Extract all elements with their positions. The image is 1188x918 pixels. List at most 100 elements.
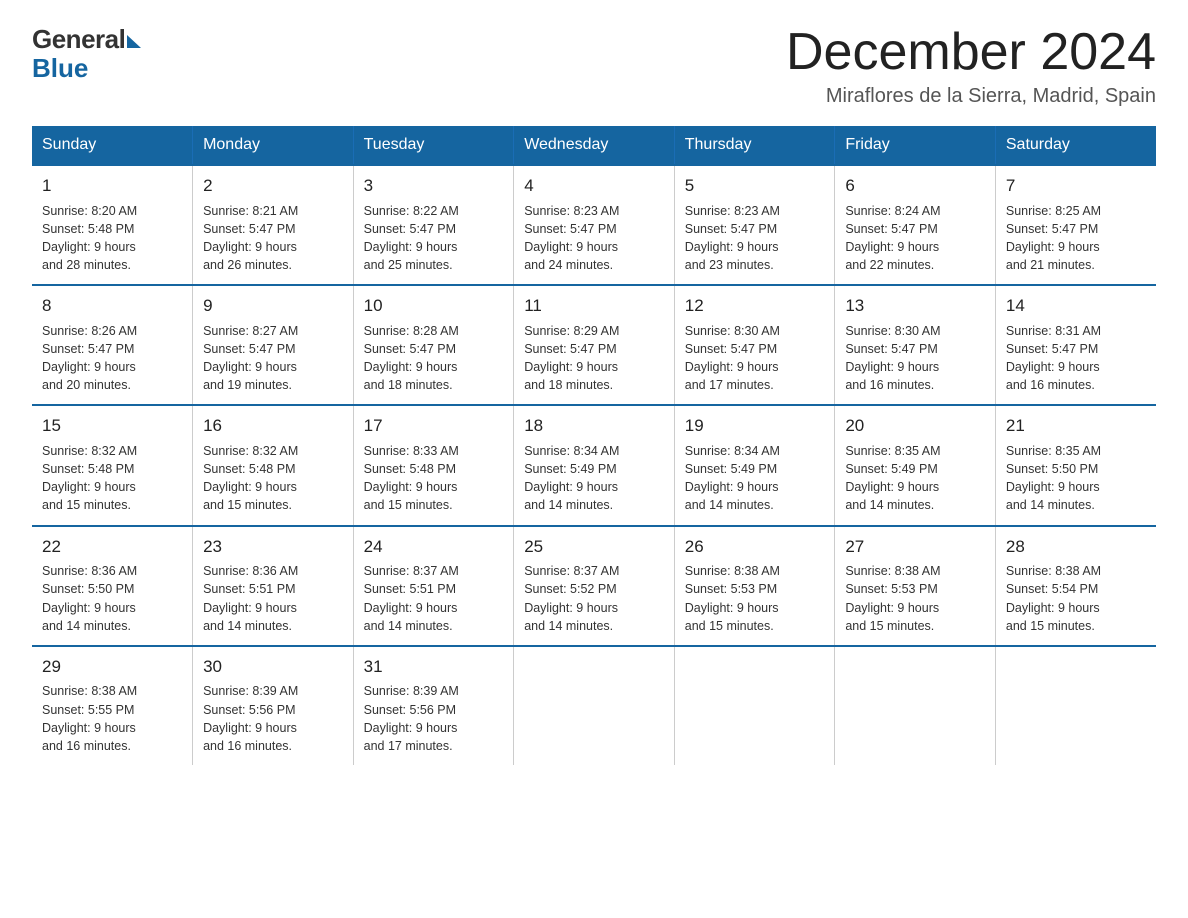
- calendar-cell: 11 Sunrise: 8:29 AMSunset: 5:47 PMDaylig…: [514, 285, 675, 405]
- page-header: General Blue December 2024 Miraflores de…: [32, 24, 1156, 108]
- calendar-cell: 19 Sunrise: 8:34 AMSunset: 5:49 PMDaylig…: [674, 405, 835, 525]
- header-sunday: Sunday: [32, 126, 193, 165]
- calendar-cell: 8 Sunrise: 8:26 AMSunset: 5:47 PMDayligh…: [32, 285, 193, 405]
- day-info: Sunrise: 8:29 AMSunset: 5:47 PMDaylight:…: [524, 322, 664, 395]
- day-number: 2: [203, 174, 343, 199]
- day-number: 13: [845, 294, 985, 319]
- day-info: Sunrise: 8:30 AMSunset: 5:47 PMDaylight:…: [845, 322, 985, 395]
- logo-general-text: General: [32, 24, 125, 55]
- day-number: 23: [203, 535, 343, 560]
- day-info: Sunrise: 8:36 AMSunset: 5:51 PMDaylight:…: [203, 562, 343, 635]
- header-saturday: Saturday: [995, 126, 1156, 165]
- calendar-header-row: SundayMondayTuesdayWednesdayThursdayFrid…: [32, 126, 1156, 165]
- day-number: 17: [364, 414, 504, 439]
- calendar-week-row: 1 Sunrise: 8:20 AMSunset: 5:48 PMDayligh…: [32, 165, 1156, 285]
- day-info: Sunrise: 8:27 AMSunset: 5:47 PMDaylight:…: [203, 322, 343, 395]
- day-info: Sunrise: 8:21 AMSunset: 5:47 PMDaylight:…: [203, 202, 343, 275]
- calendar-cell: 13 Sunrise: 8:30 AMSunset: 5:47 PMDaylig…: [835, 285, 996, 405]
- day-number: 15: [42, 414, 182, 439]
- calendar-cell: [995, 646, 1156, 765]
- day-number: 28: [1006, 535, 1146, 560]
- day-info: Sunrise: 8:30 AMSunset: 5:47 PMDaylight:…: [685, 322, 825, 395]
- day-number: 31: [364, 655, 504, 680]
- calendar-cell: 5 Sunrise: 8:23 AMSunset: 5:47 PMDayligh…: [674, 165, 835, 285]
- day-info: Sunrise: 8:38 AMSunset: 5:54 PMDaylight:…: [1006, 562, 1146, 635]
- header-thursday: Thursday: [674, 126, 835, 165]
- calendar-cell: 17 Sunrise: 8:33 AMSunset: 5:48 PMDaylig…: [353, 405, 514, 525]
- calendar-cell: 25 Sunrise: 8:37 AMSunset: 5:52 PMDaylig…: [514, 526, 675, 646]
- day-info: Sunrise: 8:38 AMSunset: 5:53 PMDaylight:…: [845, 562, 985, 635]
- day-number: 26: [685, 535, 825, 560]
- calendar-cell: 18 Sunrise: 8:34 AMSunset: 5:49 PMDaylig…: [514, 405, 675, 525]
- month-title: December 2024: [786, 24, 1156, 81]
- calendar-week-row: 8 Sunrise: 8:26 AMSunset: 5:47 PMDayligh…: [32, 285, 1156, 405]
- day-info: Sunrise: 8:33 AMSunset: 5:48 PMDaylight:…: [364, 442, 504, 515]
- calendar-cell: 4 Sunrise: 8:23 AMSunset: 5:47 PMDayligh…: [514, 165, 675, 285]
- day-number: 21: [1006, 414, 1146, 439]
- day-number: 3: [364, 174, 504, 199]
- calendar-cell: [514, 646, 675, 765]
- day-info: Sunrise: 8:34 AMSunset: 5:49 PMDaylight:…: [524, 442, 664, 515]
- calendar-week-row: 15 Sunrise: 8:32 AMSunset: 5:48 PMDaylig…: [32, 405, 1156, 525]
- calendar-cell: 27 Sunrise: 8:38 AMSunset: 5:53 PMDaylig…: [835, 526, 996, 646]
- calendar-cell: 29 Sunrise: 8:38 AMSunset: 5:55 PMDaylig…: [32, 646, 193, 765]
- day-number: 24: [364, 535, 504, 560]
- calendar-cell: 6 Sunrise: 8:24 AMSunset: 5:47 PMDayligh…: [835, 165, 996, 285]
- calendar-cell: 15 Sunrise: 8:32 AMSunset: 5:48 PMDaylig…: [32, 405, 193, 525]
- day-number: 6: [845, 174, 985, 199]
- day-info: Sunrise: 8:31 AMSunset: 5:47 PMDaylight:…: [1006, 322, 1146, 395]
- day-number: 4: [524, 174, 664, 199]
- day-number: 16: [203, 414, 343, 439]
- location-text: Miraflores de la Sierra, Madrid, Spain: [786, 85, 1156, 108]
- calendar-cell: 7 Sunrise: 8:25 AMSunset: 5:47 PMDayligh…: [995, 165, 1156, 285]
- calendar-table: SundayMondayTuesdayWednesdayThursdayFrid…: [32, 126, 1156, 765]
- day-number: 27: [845, 535, 985, 560]
- day-info: Sunrise: 8:24 AMSunset: 5:47 PMDaylight:…: [845, 202, 985, 275]
- calendar-cell: 26 Sunrise: 8:38 AMSunset: 5:53 PMDaylig…: [674, 526, 835, 646]
- day-info: Sunrise: 8:22 AMSunset: 5:47 PMDaylight:…: [364, 202, 504, 275]
- calendar-cell: 10 Sunrise: 8:28 AMSunset: 5:47 PMDaylig…: [353, 285, 514, 405]
- day-info: Sunrise: 8:36 AMSunset: 5:50 PMDaylight:…: [42, 562, 182, 635]
- calendar-cell: 14 Sunrise: 8:31 AMSunset: 5:47 PMDaylig…: [995, 285, 1156, 405]
- day-number: 20: [845, 414, 985, 439]
- day-number: 30: [203, 655, 343, 680]
- day-number: 29: [42, 655, 182, 680]
- calendar-cell: 31 Sunrise: 8:39 AMSunset: 5:56 PMDaylig…: [353, 646, 514, 765]
- day-info: Sunrise: 8:38 AMSunset: 5:55 PMDaylight:…: [42, 682, 182, 755]
- logo-arrow-icon: [127, 35, 141, 48]
- calendar-cell: 9 Sunrise: 8:27 AMSunset: 5:47 PMDayligh…: [193, 285, 354, 405]
- day-number: 14: [1006, 294, 1146, 319]
- header-wednesday: Wednesday: [514, 126, 675, 165]
- day-number: 11: [524, 294, 664, 319]
- calendar-cell: [835, 646, 996, 765]
- calendar-cell: [674, 646, 835, 765]
- day-info: Sunrise: 8:20 AMSunset: 5:48 PMDaylight:…: [42, 202, 182, 275]
- day-number: 25: [524, 535, 664, 560]
- calendar-cell: 23 Sunrise: 8:36 AMSunset: 5:51 PMDaylig…: [193, 526, 354, 646]
- day-number: 1: [42, 174, 182, 199]
- day-number: 10: [364, 294, 504, 319]
- day-number: 7: [1006, 174, 1146, 199]
- day-info: Sunrise: 8:32 AMSunset: 5:48 PMDaylight:…: [203, 442, 343, 515]
- header-tuesday: Tuesday: [353, 126, 514, 165]
- day-info: Sunrise: 8:37 AMSunset: 5:51 PMDaylight:…: [364, 562, 504, 635]
- calendar-cell: 2 Sunrise: 8:21 AMSunset: 5:47 PMDayligh…: [193, 165, 354, 285]
- day-info: Sunrise: 8:26 AMSunset: 5:47 PMDaylight:…: [42, 322, 182, 395]
- day-info: Sunrise: 8:39 AMSunset: 5:56 PMDaylight:…: [364, 682, 504, 755]
- calendar-cell: 24 Sunrise: 8:37 AMSunset: 5:51 PMDaylig…: [353, 526, 514, 646]
- day-number: 22: [42, 535, 182, 560]
- title-section: December 2024 Miraflores de la Sierra, M…: [786, 24, 1156, 108]
- header-monday: Monday: [193, 126, 354, 165]
- calendar-cell: 21 Sunrise: 8:35 AMSunset: 5:50 PMDaylig…: [995, 405, 1156, 525]
- day-number: 9: [203, 294, 343, 319]
- day-number: 19: [685, 414, 825, 439]
- day-info: Sunrise: 8:23 AMSunset: 5:47 PMDaylight:…: [524, 202, 664, 275]
- day-info: Sunrise: 8:23 AMSunset: 5:47 PMDaylight:…: [685, 202, 825, 275]
- day-info: Sunrise: 8:35 AMSunset: 5:49 PMDaylight:…: [845, 442, 985, 515]
- day-number: 5: [685, 174, 825, 199]
- day-info: Sunrise: 8:35 AMSunset: 5:50 PMDaylight:…: [1006, 442, 1146, 515]
- day-info: Sunrise: 8:39 AMSunset: 5:56 PMDaylight:…: [203, 682, 343, 755]
- calendar-cell: 12 Sunrise: 8:30 AMSunset: 5:47 PMDaylig…: [674, 285, 835, 405]
- calendar-cell: 20 Sunrise: 8:35 AMSunset: 5:49 PMDaylig…: [835, 405, 996, 525]
- day-number: 12: [685, 294, 825, 319]
